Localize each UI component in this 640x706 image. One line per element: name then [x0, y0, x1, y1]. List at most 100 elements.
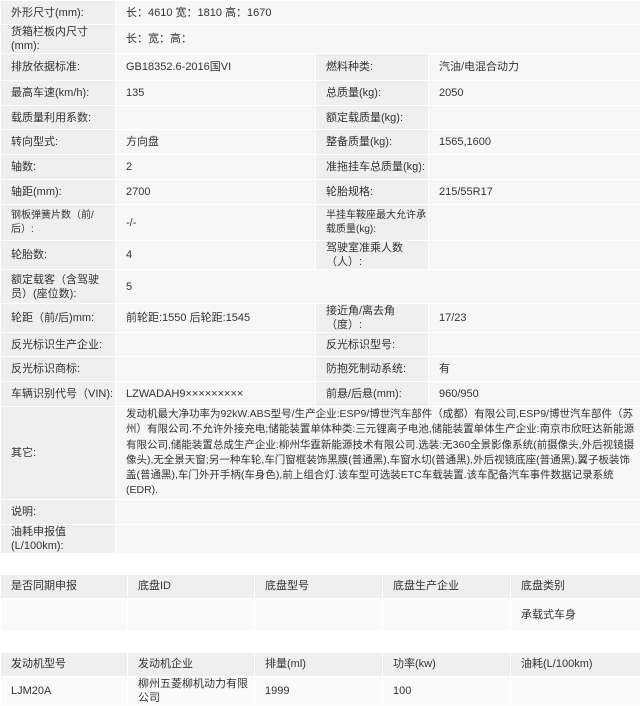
reflector-model-value	[429, 333, 640, 357]
engine-cell-power: 100	[383, 676, 511, 705]
chassis-header-type: 底盘类别	[511, 574, 640, 598]
max-speed-label: 最高车速(km/h):	[1, 81, 116, 106]
section-gap	[0, 632, 640, 652]
chassis-header-id: 底盘ID	[128, 574, 255, 598]
trailer-mass-value	[429, 155, 640, 180]
notes-label: 说明:	[1, 499, 116, 524]
engine-header-power: 功率(kw)	[383, 652, 511, 676]
outer-dimensions-label: 外形尺寸(mm):	[1, 1, 116, 25]
spec-row: 反光标识生产企业: 反光标识型号:	[1, 333, 640, 357]
curb-weight-value: 1565,1600	[429, 130, 640, 155]
other-label: 其它:	[1, 407, 116, 500]
spec-row: 载质量利用系数: 额定载质量(kg):	[1, 106, 640, 130]
leaf-springs-value: -/-	[116, 205, 316, 241]
angles-label: 接近角/离去角（度）:	[316, 304, 429, 333]
spec-row: 车辆识别代号（VIN): LZWADAH9××××××××× 前悬/后悬(mm)…	[1, 382, 640, 407]
chassis-cell-id	[128, 598, 255, 631]
engine-header-fuel: 油耗(L/100km)	[511, 652, 640, 676]
abs-label: 防抱死制动系统:	[316, 357, 429, 382]
section-gap	[0, 554, 640, 574]
cab-passengers-label: 驾驶室准乘人数（人）:	[316, 241, 429, 270]
engine-header-row: 发动机型号 发动机企业 排量(ml) 功率(kw) 油耗(L/100km)	[1, 652, 640, 676]
spec-row: 最高车速(km/h): 135 总质量(kg): 2050	[1, 81, 640, 106]
reflector-maker-value	[116, 333, 316, 357]
total-mass-value: 2050	[429, 81, 640, 106]
spec-row: 轴数: 2 准拖挂车总质量(kg):	[1, 155, 640, 180]
chassis-cell-maker	[383, 598, 511, 631]
overhang-label: 前悬/后悬(mm):	[316, 382, 429, 407]
chassis-cell-model	[255, 598, 383, 631]
spec-row: 说明:	[1, 499, 640, 524]
seating-value: 5	[116, 270, 640, 304]
overhang-value: 960/950	[429, 382, 640, 407]
vin-label: 车辆识别代号（VIN):	[1, 382, 116, 407]
max-speed-value: 135	[116, 81, 316, 106]
reflector-maker-label: 反光标识生产企业:	[1, 333, 116, 357]
engine-cell-displacement: 1999	[255, 676, 383, 705]
rated-load-value	[429, 106, 640, 130]
reflector-brand-label: 反光标识商标:	[1, 357, 116, 382]
semi-trailer-label: 半挂车鞍座最大允许承载质量(kg):	[316, 205, 429, 241]
total-mass-label: 总质量(kg):	[316, 81, 429, 106]
load-mass-coef-value	[116, 106, 316, 130]
engine-cell-maker: 柳州五菱柳机动力有限公司	[128, 676, 255, 705]
spec-row: 油耗申报值(L/100km):	[1, 524, 640, 553]
cargo-dimensions-value: 长：宽：高：	[116, 25, 640, 54]
engine-header-displacement: 排量(ml)	[255, 652, 383, 676]
spec-row: 其它: 发动机最大净功率为92kW.ABS型号/生产企业:ESP9/博世汽车部件…	[1, 407, 640, 500]
spec-row: 额定载客（含驾驶员）(座位数): 5	[1, 270, 640, 304]
reflector-brand-value	[116, 357, 316, 382]
spec-row: 轮距（前/后)mm: 前轮距:1550 后轮距:1545 接近角/离去角（度）:…	[1, 304, 640, 333]
chassis-data-row: 承载式车身	[1, 598, 640, 631]
engine-header-model: 发动机型号	[1, 652, 128, 676]
angles-value: 17/23	[429, 304, 640, 333]
abs-value: 有	[429, 357, 640, 382]
trailer-mass-label: 准拖挂车总质量(kg):	[316, 155, 429, 180]
tire-count-label: 轮胎数:	[1, 241, 116, 270]
leaf-springs-label: 钢板弹簧片数（前/后）:	[1, 205, 116, 241]
emission-standard-label: 排放依据标准:	[1, 54, 116, 81]
chassis-cell-sync	[1, 598, 128, 631]
cab-passengers-value	[429, 241, 640, 270]
fuel-consumption-value	[116, 524, 640, 553]
axles-label: 轴数:	[1, 155, 116, 180]
track-value: 前轮距:1550 后轮距:1545	[116, 304, 316, 333]
chassis-header-row: 是否同期申报 底盘ID 底盘型号 底盘生产企业 底盘类别	[1, 574, 640, 598]
fuel-type-label: 燃料种类:	[316, 54, 429, 81]
vehicle-spec-page: 外形尺寸(mm): 长：4610 宽：1810 高：1670 货箱栏板内尺寸(m…	[0, 0, 640, 675]
track-label: 轮距（前/后)mm:	[1, 304, 116, 333]
spec-row: 排放依据标准: GB18352.6-2016国VI 燃料种类: 汽油/电混合动力	[1, 54, 640, 81]
reflector-model-label: 反光标识型号:	[316, 333, 429, 357]
load-mass-coef-label: 载质量利用系数:	[1, 106, 116, 130]
wheelbase-value: 2700	[116, 180, 316, 205]
tire-label: 轮胎规格:	[316, 180, 429, 205]
engine-cell-fuel	[511, 676, 640, 705]
chassis-table: 是否同期申报 底盘ID 底盘型号 底盘生产企业 底盘类别 承载式车身	[0, 574, 640, 632]
outer-dimensions-value: 长：4610 宽：1810 高：1670	[116, 1, 640, 25]
spec-row: 转向型式: 方向盘 整备质量(kg): 1565,1600	[1, 130, 640, 155]
spec-row: 反光标识商标: 防抱死制动系统: 有	[1, 357, 640, 382]
spec-row: 轴距(mm): 2700 轮胎规格: 215/55R17	[1, 180, 640, 205]
spec-row: 钢板弹簧片数（前/后）: -/- 半挂车鞍座最大允许承载质量(kg):	[1, 205, 640, 241]
wheelbase-label: 轴距(mm):	[1, 180, 116, 205]
vin-value: LZWADAH9×××××××××	[116, 382, 316, 407]
fuel-type-value: 汽油/电混合动力	[429, 54, 640, 81]
notes-value	[116, 499, 640, 524]
spec-row: 外形尺寸(mm): 长：4610 宽：1810 高：1670	[1, 1, 640, 25]
steering-value: 方向盘	[116, 130, 316, 155]
axles-value: 2	[116, 155, 316, 180]
tire-value: 215/55R17	[429, 180, 640, 205]
spec-row: 轮胎数: 4 驾驶室准乘人数（人）:	[1, 241, 640, 270]
chassis-header-model: 底盘型号	[255, 574, 383, 598]
chassis-header-sync: 是否同期申报	[1, 574, 128, 598]
cargo-dimensions-label: 货箱栏板内尺寸(mm):	[1, 25, 116, 54]
spec-row: 货箱栏板内尺寸(mm): 长：宽：高：	[1, 25, 640, 54]
tire-count-value: 4	[116, 241, 316, 270]
engine-table: 发动机型号 发动机企业 排量(ml) 功率(kw) 油耗(L/100km) LJ…	[0, 652, 640, 706]
other-value: 发动机最大净功率为92kW.ABS型号/生产企业:ESP9/博世汽车部件（成都）…	[116, 407, 640, 500]
chassis-header-maker: 底盘生产企业	[383, 574, 511, 598]
engine-data-row: LJM20A 柳州五菱柳机动力有限公司 1999 100	[1, 676, 640, 705]
fuel-consumption-label: 油耗申报值(L/100km):	[1, 524, 116, 553]
semi-trailer-value	[429, 205, 640, 241]
seating-label: 额定载客（含驾驶员）(座位数):	[1, 270, 116, 304]
